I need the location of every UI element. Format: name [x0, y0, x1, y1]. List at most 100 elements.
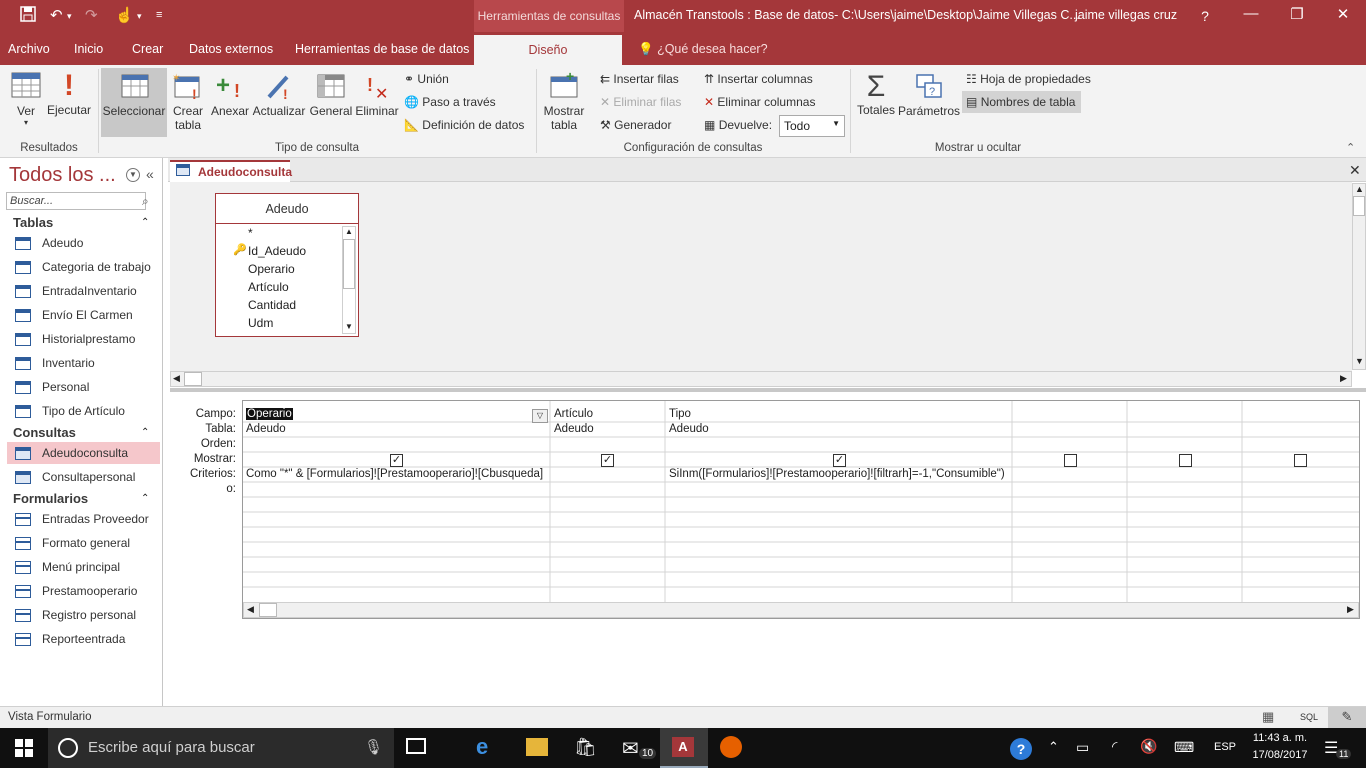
union-button[interactable]: ⚭ Unión: [404, 72, 449, 86]
pane-splitter[interactable]: [170, 388, 1366, 392]
nav-item-table[interactable]: Envío El Carmen: [15, 304, 160, 326]
anexar-button[interactable]: +! Anexar: [210, 71, 250, 118]
query-design-grid[interactable]: Operario ▽ Adeudo ✓ Como "*" & [Formular…: [242, 400, 1360, 619]
campo-articulo[interactable]: Artículo: [554, 408, 593, 420]
search-icon[interactable]: ⌕: [142, 194, 149, 209]
seleccionar-button[interactable]: Seleccionar: [101, 68, 167, 137]
field-list-adeudo[interactable]: Adeudo * 🔑 Id_Adeudo Operario Artículo C…: [215, 193, 359, 337]
general-button[interactable]: General: [308, 71, 354, 118]
nav-item-table[interactable]: Tipo de Artículo: [15, 400, 160, 422]
volume-muted-icon[interactable]: 🔇: [1140, 738, 1157, 755]
undo-dropdown-icon[interactable]: ▾: [67, 11, 72, 22]
collapse-section-icon[interactable]: ⌃: [141, 493, 149, 504]
definicion-datos-button[interactable]: 📐 Definición de datos: [404, 118, 524, 132]
battery-icon[interactable]: ▭: [1076, 739, 1089, 756]
scroll-down-icon[interactable]: ▼: [1355, 356, 1364, 366]
edge-icon[interactable]: e: [476, 734, 488, 760]
tab-inicio[interactable]: Inicio: [74, 42, 103, 56]
scroll-up-icon[interactable]: ▲: [1355, 184, 1364, 194]
nav-item-table[interactable]: Personal: [15, 376, 160, 398]
mostrar-checkbox[interactable]: ✓: [833, 454, 846, 467]
design-view-icon[interactable]: ✎: [1328, 707, 1366, 728]
mostrar-checkbox[interactable]: [1179, 454, 1192, 467]
generador-button[interactable]: ⚒ Generador: [600, 118, 671, 132]
store-icon[interactable]: 🛍: [574, 737, 597, 758]
mail-icon[interactable]: ✉: [622, 736, 639, 761]
scroll-left-icon[interactable]: ◀: [173, 373, 180, 384]
help-circle-icon[interactable]: ?: [1010, 738, 1032, 760]
chevron-down-icon[interactable]: ▽: [532, 409, 548, 423]
nav-item-table[interactable]: Inventario: [15, 352, 160, 374]
tabla-tipo[interactable]: Adeudo: [669, 423, 709, 435]
touch-dropdown-icon[interactable]: ▾: [137, 11, 142, 22]
criterio-tipo[interactable]: SiInm([Formularios]![Prestamooperario]![…: [669, 468, 1009, 480]
scroll-up-icon[interactable]: ▲: [345, 227, 353, 236]
close-button[interactable]: ✕: [1328, 5, 1358, 23]
field-item[interactable]: Id_Adeudo: [248, 244, 306, 258]
tab-herramientas-bd[interactable]: Herramientas de base de datos: [295, 42, 469, 56]
mostrar-checkbox[interactable]: ✓: [601, 454, 614, 467]
tabla-operario[interactable]: Adeudo: [246, 423, 286, 435]
user-name[interactable]: jaime villegas cruz: [1075, 8, 1177, 22]
collapse-ribbon-icon[interactable]: ⌃: [1346, 141, 1355, 154]
scroll-thumb[interactable]: [343, 239, 355, 289]
tell-me-search[interactable]: 💡 ¿Qué desea hacer?: [638, 42, 768, 57]
minimize-button[interactable]: —: [1236, 5, 1266, 22]
field-item[interactable]: *: [248, 226, 253, 240]
clock-date[interactable]: 17/08/2017: [1250, 749, 1310, 761]
section-tablas[interactable]: Tablas: [13, 215, 53, 230]
mostrar-tabla-button[interactable]: + Mostrar tabla: [540, 68, 588, 132]
mostrar-checkbox[interactable]: [1064, 454, 1077, 467]
nav-item-form[interactable]: Entradas Proveedor: [15, 508, 160, 530]
scroll-down-icon[interactable]: ▼: [345, 322, 353, 331]
eliminar-button[interactable]: ! ✕ Eliminar: [353, 71, 401, 118]
scroll-left-icon[interactable]: ◀: [247, 604, 254, 615]
field-item[interactable]: Cantidad: [248, 298, 296, 312]
clock-time[interactable]: 11:43 a. m.: [1250, 732, 1310, 744]
eliminar-columnas-button[interactable]: ✕ Eliminar columnas: [704, 95, 815, 109]
field-item[interactable]: Artículo: [248, 280, 289, 294]
shutter-bar-icon[interactable]: «: [146, 166, 154, 182]
grid-horizontal-scrollbar[interactable]: [243, 602, 1359, 618]
nav-item-table[interactable]: Categoria de trabajo: [15, 256, 160, 278]
access-taskbar-button[interactable]: A: [660, 728, 708, 768]
totales-button[interactable]: Σ Totales: [855, 71, 897, 118]
scroll-right-icon[interactable]: ▶: [1347, 604, 1354, 615]
show-hidden-icons[interactable]: ⌃: [1048, 739, 1059, 755]
parametros-button[interactable]: ? Parámetros: [898, 71, 960, 118]
nav-menu-dropdown-icon[interactable]: ▼: [126, 168, 140, 182]
field-item[interactable]: Operario: [248, 262, 295, 276]
scroll-thumb[interactable]: [1353, 196, 1365, 216]
tab-archivo[interactable]: Archivo: [8, 42, 50, 56]
firefox-icon[interactable]: [720, 736, 742, 758]
devuelve-select[interactable]: Todo ▼: [779, 115, 845, 137]
microphone-icon[interactable]: 🎙: [364, 738, 383, 756]
actualizar-button[interactable]: ! Actualizar: [251, 71, 307, 118]
nav-item-table[interactable]: Historialprestamo: [15, 328, 160, 350]
section-formularios[interactable]: Formularios: [13, 491, 88, 506]
wifi-icon[interactable]: ◜: [1112, 738, 1117, 755]
upper-horizontal-scrollbar[interactable]: [170, 371, 1352, 387]
nav-title[interactable]: Todos los ...: [9, 164, 116, 187]
ver-button[interactable]: Ver ▾: [8, 71, 44, 127]
touch-mode-icon[interactable]: ☝: [115, 6, 134, 24]
insertar-columnas-button[interactable]: ⇈ Insertar columnas: [704, 72, 813, 86]
crear-tabla-button[interactable]: ! ✶ Crear tabla: [170, 71, 206, 132]
mostrar-checkbox[interactable]: [1294, 454, 1307, 467]
file-explorer-icon[interactable]: [526, 738, 548, 756]
tabla-articulo[interactable]: Adeudo: [554, 423, 594, 435]
help-button[interactable]: ?: [1190, 8, 1220, 24]
collapse-section-icon[interactable]: ⌃: [141, 427, 149, 438]
nav-item-table[interactable]: Adeudo: [15, 232, 160, 254]
keyboard-icon[interactable]: ⌨: [1174, 739, 1194, 756]
taskbar-search-box[interactable]: Escribe aquí para buscar: [48, 728, 394, 768]
campo-tipo[interactable]: Tipo: [669, 408, 691, 420]
nav-item-table[interactable]: EntradaInventario: [15, 280, 160, 302]
nav-item-form[interactable]: Registro personal: [15, 604, 160, 626]
task-view-icon[interactable]: [406, 738, 426, 754]
close-document-icon[interactable]: ✕: [1349, 162, 1361, 179]
restore-button[interactable]: ❐: [1282, 5, 1312, 23]
section-consultas[interactable]: Consultas: [13, 425, 76, 440]
ejecutar-button[interactable]: ! Ejecutar: [46, 71, 92, 118]
nav-item-query[interactable]: Consultapersonal: [15, 466, 160, 488]
